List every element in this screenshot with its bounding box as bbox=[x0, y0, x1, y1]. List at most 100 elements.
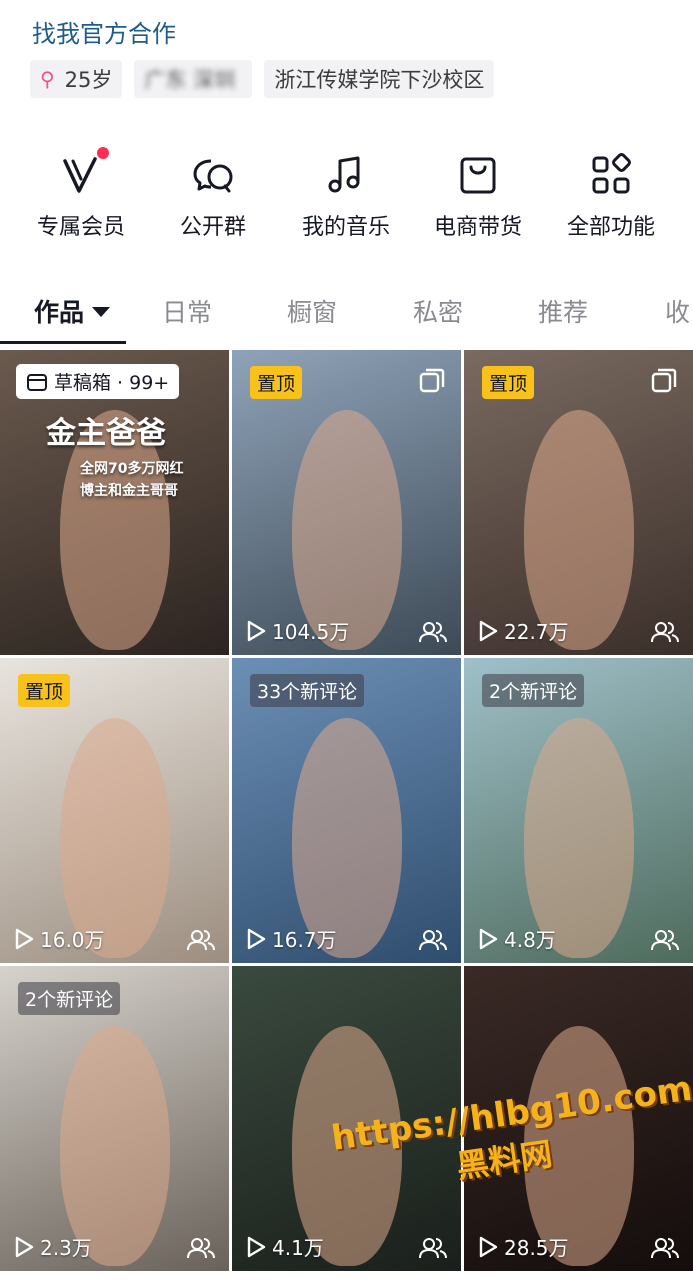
location-text: 广东 深圳 bbox=[144, 68, 236, 92]
function-label: 电商带货 bbox=[433, 215, 522, 240]
multi-image-icon bbox=[651, 368, 677, 394]
group-chat-icon bbox=[191, 153, 235, 197]
view-count: 4.8万 bbox=[478, 924, 556, 953]
tab-daily[interactable]: 日常 bbox=[162, 293, 212, 329]
grid-apps-icon bbox=[589, 153, 633, 197]
function-label: 全部功能 bbox=[566, 215, 655, 240]
tab-showcase[interactable]: 橱窗 bbox=[287, 293, 337, 329]
friends-visible-icon bbox=[419, 621, 447, 643]
video-thumbnail[interactable]: 28.5万 bbox=[464, 966, 693, 1271]
view-count-text: 28.5万 bbox=[504, 1236, 569, 1260]
video-thumbnail[interactable]: 置顶 104.5万 bbox=[232, 350, 461, 655]
pinned-badge: 置顶 bbox=[250, 366, 303, 399]
person-figure bbox=[524, 718, 634, 958]
new-comments-badge: 2个新评论 bbox=[482, 674, 585, 707]
friends-visible-icon bbox=[419, 929, 447, 951]
shopping-bag-icon bbox=[456, 153, 500, 197]
age-chip: ⚲ 25岁 bbox=[30, 60, 123, 98]
view-count: 28.5万 bbox=[478, 1232, 569, 1261]
play-icon bbox=[15, 928, 34, 949]
person-figure bbox=[524, 410, 634, 650]
person-figure bbox=[292, 718, 402, 958]
person-figure bbox=[60, 1026, 170, 1266]
play-icon bbox=[247, 928, 266, 949]
location-chip: 广东 深圳 bbox=[134, 60, 253, 98]
person-figure bbox=[292, 1026, 402, 1266]
notification-dot bbox=[97, 147, 109, 159]
play-icon bbox=[247, 1236, 266, 1257]
school-text: 浙江传媒学院下沙校区 bbox=[274, 68, 485, 92]
active-tab-indicator bbox=[0, 341, 126, 344]
view-count-text: 2.3万 bbox=[40, 1236, 92, 1260]
person-figure bbox=[524, 1026, 634, 1266]
view-count-text: 16.7万 bbox=[272, 928, 337, 952]
thumbnail-image bbox=[232, 966, 461, 1271]
view-count-text: 16.0万 bbox=[40, 928, 105, 952]
caret-down-icon bbox=[92, 307, 111, 317]
tab-works[interactable]: 作品 bbox=[34, 293, 111, 329]
tab-recommend[interactable]: 推荐 bbox=[538, 293, 588, 329]
play-icon bbox=[479, 1236, 498, 1257]
overlay-subtitle: 全网70多万网红 博主和金主哥哥 bbox=[80, 461, 184, 499]
view-count-text: 22.7万 bbox=[504, 620, 569, 644]
function-label: 我的音乐 bbox=[301, 215, 390, 240]
pinned-badge: 置顶 bbox=[482, 366, 535, 399]
overlay-title: 金主爸爸 bbox=[46, 416, 166, 451]
view-count: 16.7万 bbox=[246, 924, 337, 953]
function-music[interactable]: 我的音乐 bbox=[286, 145, 406, 241]
function-label: 专属会员 bbox=[36, 215, 125, 240]
tab-private[interactable]: 私密 bbox=[413, 293, 463, 329]
video-thumbnail[interactable]: 草稿箱 · 99+ 金主爸爸全网70多万网红 博主和金主哥哥 bbox=[0, 350, 229, 655]
play-icon bbox=[15, 1236, 34, 1257]
profile-tabs: 作品 日常 橱窗 私密 推荐 收 bbox=[0, 285, 693, 345]
view-count-text: 4.8万 bbox=[504, 928, 556, 952]
video-thumbnail[interactable]: 2个新评论 2.3万 bbox=[0, 966, 229, 1271]
friends-visible-icon bbox=[419, 1237, 447, 1259]
video-thumbnail[interactable]: 置顶 16.0万 bbox=[0, 658, 229, 963]
official-cooperation-link[interactable]: 找我官方合作 bbox=[32, 14, 176, 49]
tab-favorites[interactable]: 收 bbox=[665, 293, 690, 329]
function-group[interactable]: 公开群 bbox=[153, 145, 273, 241]
video-thumbnail[interactable]: 4.1万 bbox=[232, 966, 461, 1271]
music-note-icon bbox=[324, 153, 368, 197]
drafts-icon bbox=[27, 373, 47, 391]
friends-visible-icon bbox=[651, 1237, 679, 1259]
friends-visible-icon bbox=[187, 929, 215, 951]
female-gender-icon: ⚲ bbox=[40, 67, 55, 91]
video-thumbnail[interactable]: 33个新评论 16.7万 bbox=[232, 658, 461, 963]
view-count: 22.7万 bbox=[478, 616, 569, 645]
vip-v-icon bbox=[59, 147, 109, 197]
age-text: 25岁 bbox=[64, 68, 113, 92]
view-count: 2.3万 bbox=[14, 1232, 92, 1261]
function-row: 专属会员 公开群 我的音乐 电商带货 全部功能 bbox=[0, 145, 693, 245]
friends-visible-icon bbox=[651, 621, 679, 643]
profile-info-row: ⚲ 25岁 广东 深圳 浙江传媒学院下沙校区 bbox=[30, 60, 495, 98]
function-ecommerce[interactable]: 电商带货 bbox=[418, 145, 538, 241]
drafts-text: 草稿箱 · 99+ bbox=[54, 372, 170, 394]
tab-label: 作品 bbox=[34, 298, 85, 327]
function-vip[interactable]: 专属会员 bbox=[21, 145, 141, 241]
play-icon bbox=[479, 620, 498, 641]
school-chip[interactable]: 浙江传媒学院下沙校区 bbox=[264, 60, 495, 98]
friends-visible-icon bbox=[651, 929, 679, 951]
new-comments-badge: 2个新评论 bbox=[18, 982, 121, 1015]
function-label: 公开群 bbox=[179, 215, 246, 240]
video-thumbnail[interactable]: 置顶 22.7万 bbox=[464, 350, 693, 655]
view-count: 104.5万 bbox=[246, 616, 349, 645]
view-count: 16.0万 bbox=[14, 924, 105, 953]
view-count: 4.1万 bbox=[246, 1232, 324, 1261]
video-thumbnail[interactable]: 2个新评论 4.8万 bbox=[464, 658, 693, 963]
play-icon bbox=[479, 928, 498, 949]
thumbnail-image bbox=[464, 966, 693, 1271]
view-count-text: 104.5万 bbox=[272, 620, 350, 644]
new-comments-badge: 33个新评论 bbox=[250, 674, 365, 707]
friends-visible-icon bbox=[187, 1237, 215, 1259]
play-icon bbox=[247, 620, 266, 641]
multi-image-icon bbox=[419, 368, 445, 394]
view-count-text: 4.1万 bbox=[272, 1236, 324, 1260]
pinned-badge: 置顶 bbox=[18, 674, 71, 707]
person-figure bbox=[60, 718, 170, 958]
function-all[interactable]: 全部功能 bbox=[551, 145, 671, 241]
drafts-badge[interactable]: 草稿箱 · 99+ bbox=[16, 364, 180, 399]
person-figure bbox=[292, 410, 402, 650]
